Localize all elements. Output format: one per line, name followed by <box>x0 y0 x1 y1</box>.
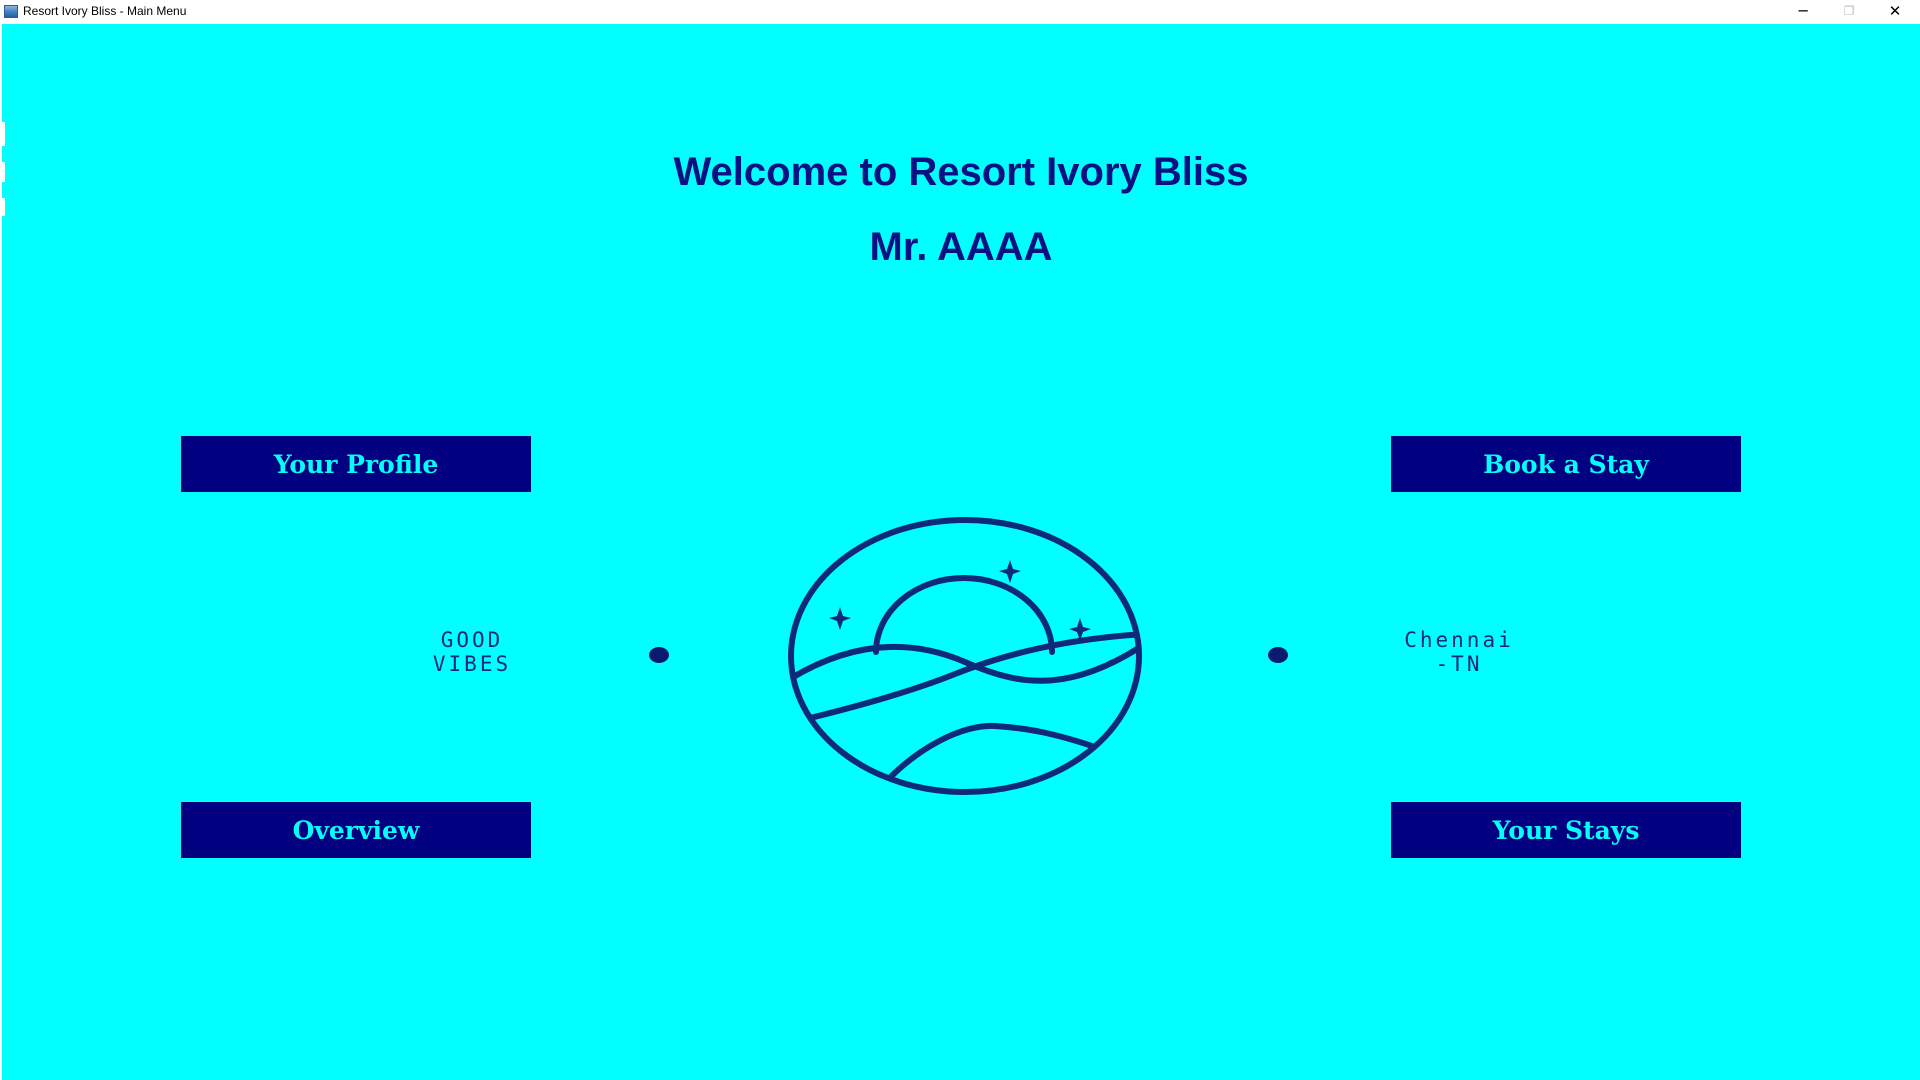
dot-icon <box>649 647 669 663</box>
your-profile-button[interactable]: Your Profile <box>181 436 531 492</box>
star-icon <box>999 560 1021 583</box>
your-stays-button[interactable]: Your Stays <box>1391 802 1741 858</box>
title-bar: Resort Ivory Bliss - Main Menu ─ ❐ ✕ <box>0 0 1920 24</box>
location-line-1: Chennai <box>1404 628 1514 652</box>
good-vibes-line-1: GOOD <box>440 628 504 652</box>
dot-icon <box>1268 647 1288 663</box>
close-button[interactable]: ✕ <box>1872 0 1918 22</box>
good-vibes-text: GOOD VIBES <box>412 628 532 676</box>
welcome-heading: Welcome to Resort Ivory Bliss <box>673 150 1249 194</box>
minimize-button[interactable]: ─ <box>1780 0 1826 22</box>
location-line-2: -TN <box>1435 652 1483 676</box>
restore-button[interactable]: ❐ <box>1826 0 1872 22</box>
location-text: Chennai -TN <box>1384 628 1534 676</box>
main-menu-window: Welcome to Resort Ivory Bliss Mr. AAAA Y… <box>2 24 1920 1080</box>
book-a-stay-button[interactable]: Book a Stay <box>1391 436 1741 492</box>
good-vibes-line-2: VIBES <box>432 652 512 676</box>
star-icon <box>829 607 851 630</box>
edge-mark <box>2 122 5 146</box>
user-name-heading: Mr. AAAA <box>869 225 1053 269</box>
window-title: Resort Ivory Bliss - Main Menu <box>23 4 187 18</box>
sunset-waves-logo-icon <box>788 517 1142 795</box>
edge-mark <box>2 198 5 216</box>
overview-button[interactable]: Overview <box>181 802 531 858</box>
app-icon <box>4 5 18 18</box>
